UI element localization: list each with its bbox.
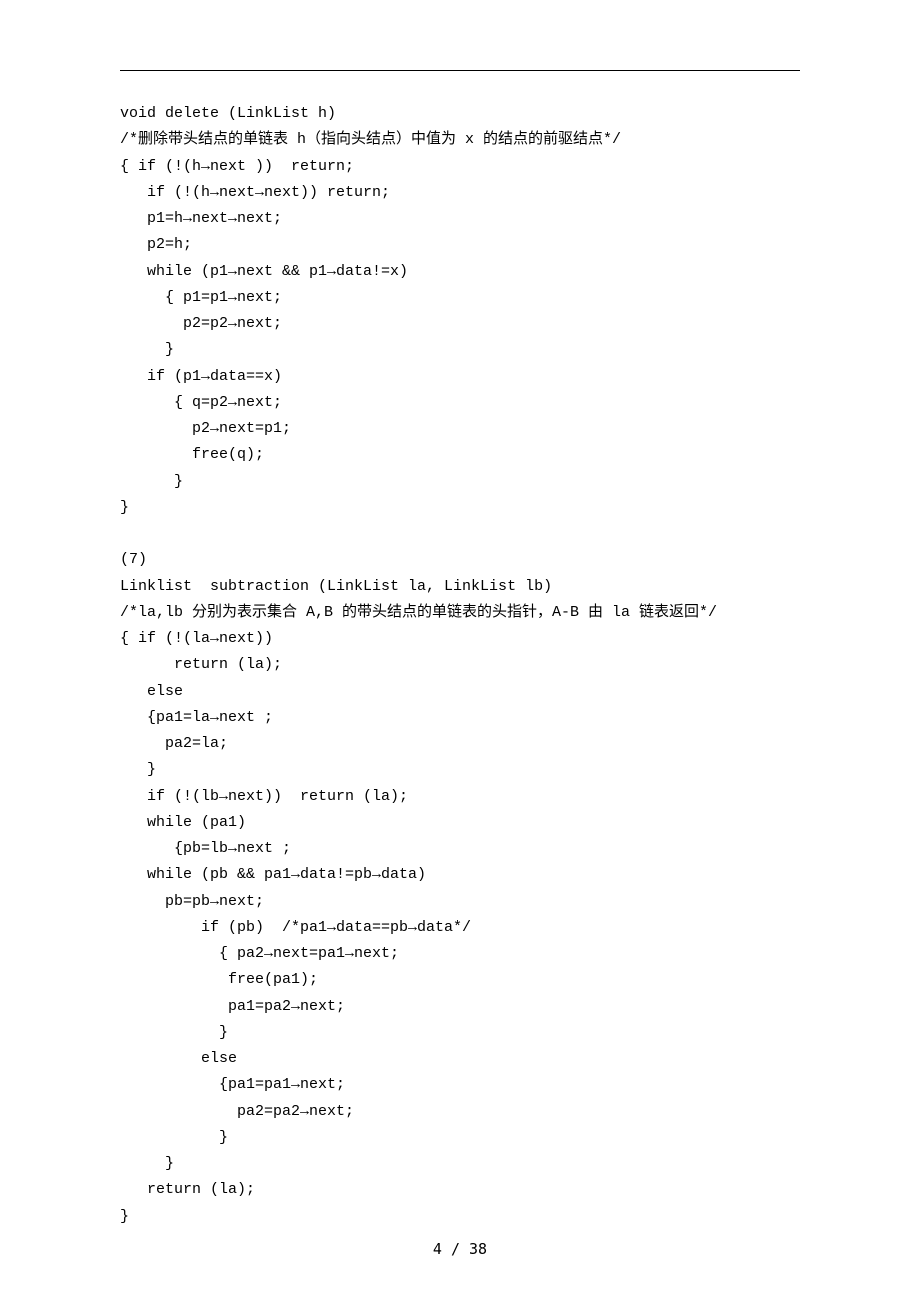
page-number: 4 / 38 [0, 1236, 920, 1262]
code-listing: void delete (LinkList h) /*删除带头结点的单链表 h（… [120, 101, 800, 1230]
page: void delete (LinkList h) /*删除带头结点的单链表 h（… [0, 0, 920, 1302]
top-divider [120, 70, 800, 71]
